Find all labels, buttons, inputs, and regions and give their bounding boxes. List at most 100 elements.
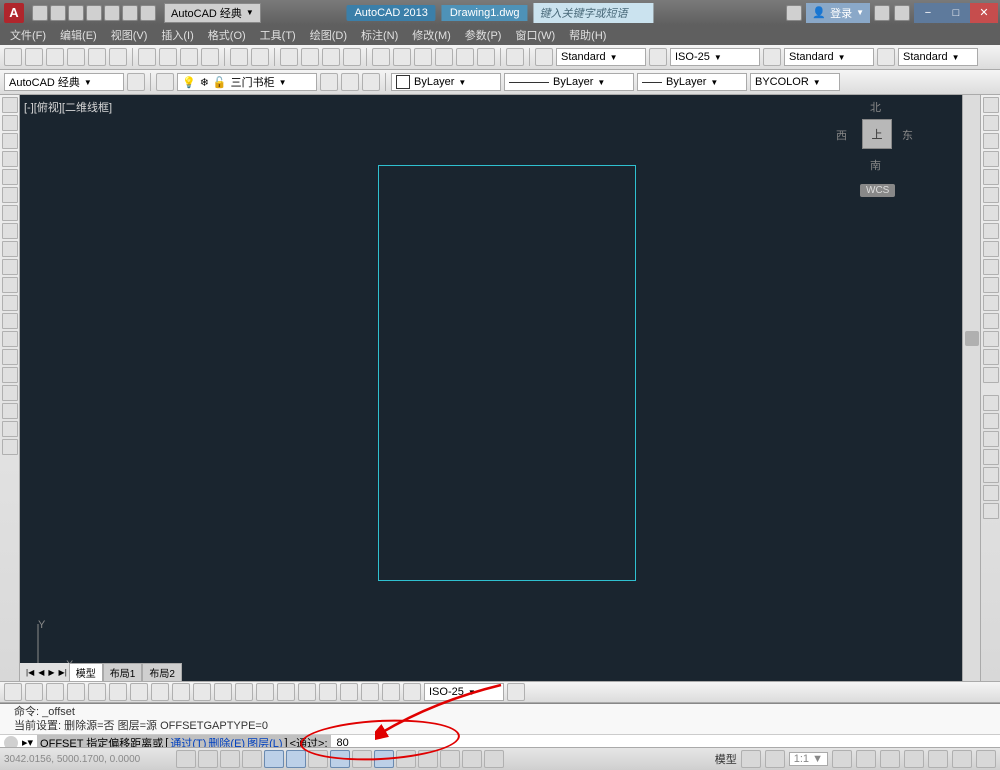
- dimension-icon[interactable]: [983, 449, 999, 465]
- qnew-icon[interactable]: [4, 48, 22, 66]
- dimarc-icon[interactable]: [46, 683, 64, 701]
- workspace-settings-icon[interactable]: [127, 73, 145, 91]
- 3dosnap-toggle[interactable]: [308, 750, 328, 768]
- measure-icon[interactable]: [983, 395, 999, 411]
- osnap-toggle[interactable]: [286, 750, 306, 768]
- tab-model[interactable]: 模型: [69, 663, 103, 682]
- viewport-label[interactable]: [-][俯视][二维线框]: [24, 99, 112, 115]
- constraint-icon[interactable]: [983, 431, 999, 447]
- array-icon[interactable]: [983, 169, 999, 185]
- redo-icon[interactable]: [251, 48, 269, 66]
- cube-south[interactable]: 南: [870, 157, 881, 173]
- revcloud-icon[interactable]: [2, 223, 18, 239]
- menu-insert[interactable]: 插入(I): [155, 25, 199, 45]
- snap-toggle[interactable]: [198, 750, 218, 768]
- scale-icon[interactable]: [983, 223, 999, 239]
- tab-layout1[interactable]: 布局1: [103, 663, 143, 682]
- dimstyle-mgr-icon[interactable]: [507, 683, 525, 701]
- mleaderstyle-icon[interactable]: [877, 48, 895, 66]
- save-icon[interactable]: [68, 5, 84, 21]
- quickview-layouts-icon[interactable]: [741, 750, 761, 768]
- help-icon[interactable]: [894, 5, 910, 21]
- dimang-icon[interactable]: [151, 683, 169, 701]
- window-minimize-button[interactable]: −: [914, 3, 942, 23]
- dimstyle-icon[interactable]: [649, 48, 667, 66]
- preview-icon[interactable]: [88, 48, 106, 66]
- pline-icon[interactable]: [2, 133, 18, 149]
- cube-north[interactable]: 北: [870, 99, 881, 115]
- toolpalette-icon[interactable]: [414, 48, 432, 66]
- mleaderstyle-combo[interactable]: Standard▼: [898, 48, 978, 66]
- dimlinear-icon[interactable]: [4, 683, 22, 701]
- copy-icon[interactable]: [159, 48, 177, 66]
- rotate-icon[interactable]: [983, 205, 999, 221]
- trim-icon[interactable]: [983, 259, 999, 275]
- chamfer-icon[interactable]: [983, 331, 999, 347]
- tpy-toggle[interactable]: [418, 750, 438, 768]
- properties-icon[interactable]: [372, 48, 390, 66]
- exchange-icon[interactable]: [874, 5, 890, 21]
- dyn-toggle[interactable]: [374, 750, 394, 768]
- dimdia-icon[interactable]: [130, 683, 148, 701]
- command-line[interactable]: ▸▾ OFFSET 指定偏移距离或 [通过(T) 删除(E) 图层(L)] <通…: [0, 734, 1000, 747]
- lwt-toggle[interactable]: [396, 750, 416, 768]
- erase-icon[interactable]: [983, 97, 999, 113]
- layer-prev-icon[interactable]: [320, 73, 338, 91]
- hatch-icon[interactable]: [2, 349, 18, 365]
- calc-icon[interactable]: [477, 48, 495, 66]
- new-icon[interactable]: [32, 5, 48, 21]
- polygon-icon[interactable]: [2, 151, 18, 167]
- isolate-icon[interactable]: [952, 750, 972, 768]
- stretch-icon[interactable]: [983, 241, 999, 257]
- status-model[interactable]: 模型: [715, 751, 737, 767]
- am-toggle[interactable]: [484, 750, 504, 768]
- dimbreak-icon[interactable]: [256, 683, 274, 701]
- window-close-button[interactable]: ✕: [970, 3, 998, 23]
- block-icon[interactable]: [2, 313, 18, 329]
- linetype-combo[interactable]: ByLayer▼: [504, 73, 634, 91]
- undo-icon[interactable]: [230, 48, 248, 66]
- rectangle-icon[interactable]: [2, 169, 18, 185]
- drawn-rectangle[interactable]: [378, 165, 636, 581]
- offset-icon[interactable]: [983, 151, 999, 167]
- saveas-icon[interactable]: [86, 5, 102, 21]
- tab-nav-next-icon[interactable]: ▶: [46, 668, 56, 677]
- infer-toggle[interactable]: [176, 750, 196, 768]
- workspace-switcher[interactable]: AutoCAD 经典 ▼: [164, 3, 261, 23]
- dimord-icon[interactable]: [67, 683, 85, 701]
- anno-scale[interactable]: 1:1 ▼: [789, 752, 828, 766]
- save-icon[interactable]: [46, 48, 64, 66]
- menu-window[interactable]: 窗口(W): [509, 25, 561, 45]
- ellipse-arc-icon[interactable]: [2, 277, 18, 293]
- gradient-icon[interactable]: [2, 367, 18, 383]
- window-maximize-button[interactable]: □: [942, 3, 970, 23]
- tablestyle-combo[interactable]: Standard▼: [784, 48, 874, 66]
- pan-icon[interactable]: [280, 48, 298, 66]
- cube-west[interactable]: 西: [836, 127, 847, 143]
- vertical-scrollbar[interactable]: [962, 95, 980, 685]
- cube-top[interactable]: 上: [862, 119, 892, 149]
- lock-ui-icon[interactable]: [904, 750, 924, 768]
- textstyle-combo[interactable]: Standard▼: [556, 48, 646, 66]
- action-icon[interactable]: [983, 485, 999, 501]
- menu-dim[interactable]: 标注(N): [355, 25, 404, 45]
- cut-icon[interactable]: [138, 48, 156, 66]
- markup-icon[interactable]: [456, 48, 474, 66]
- dimquick-icon[interactable]: [172, 683, 190, 701]
- extend-icon[interactable]: [983, 277, 999, 293]
- match-icon[interactable]: [201, 48, 219, 66]
- anno-autoscale-icon[interactable]: [856, 750, 876, 768]
- color-combo[interactable]: ByLayer▼: [391, 73, 501, 91]
- dimjogline-icon[interactable]: [340, 683, 358, 701]
- copy-icon[interactable]: [983, 115, 999, 131]
- dimspace-icon[interactable]: [235, 683, 253, 701]
- diminspect-icon[interactable]: [319, 683, 337, 701]
- workspace-icon[interactable]: [880, 750, 900, 768]
- app-logo[interactable]: A: [4, 3, 24, 23]
- addselected-icon[interactable]: [2, 439, 18, 455]
- plotstyle-combo[interactable]: BYCOLOR▼: [750, 73, 840, 91]
- mirror-icon[interactable]: [983, 133, 999, 149]
- open-icon[interactable]: [50, 5, 66, 21]
- point-icon[interactable]: [2, 331, 18, 347]
- tab-nav-end-icon[interactable]: ▶|: [57, 668, 69, 677]
